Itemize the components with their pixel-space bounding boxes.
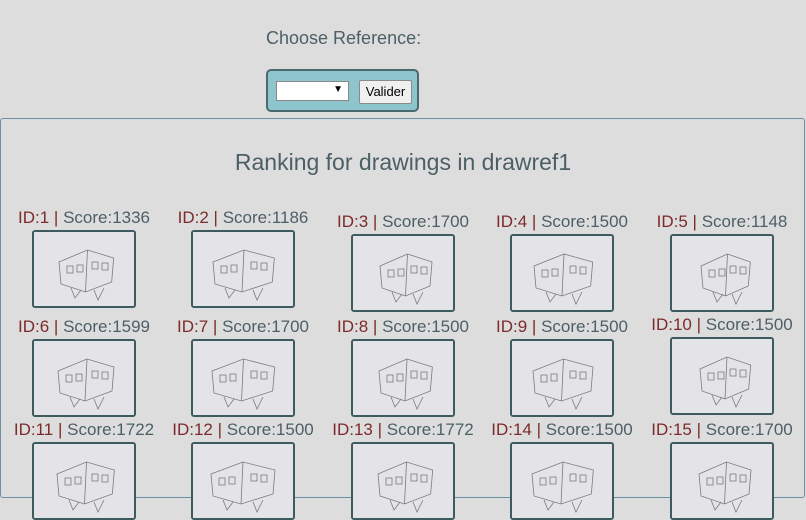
drawing-thumbnail[interactable] (32, 339, 136, 417)
chevron-down-icon: ▼ (333, 84, 343, 95)
drawing-label: ID:10 | Score:1500 (642, 315, 802, 335)
drawing-label: ID:14 | Score:1500 (482, 420, 642, 440)
drawing-id: ID:12 (172, 420, 213, 439)
label-separator: | (217, 420, 223, 439)
drawing-thumbnail[interactable] (510, 442, 614, 520)
label-separator: | (692, 212, 697, 231)
drawing-id: ID:2 (177, 208, 209, 227)
drawing-label: ID:15 | Score:1700 (642, 420, 802, 440)
drawing-card: ID:14 | Score:1500 (482, 420, 642, 520)
drawing-thumbnail[interactable] (191, 230, 295, 308)
drawing-thumbnail[interactable] (670, 337, 774, 415)
drawing-id: ID:5 (656, 212, 688, 231)
drawing-card: ID:1 | Score:1336 (4, 208, 164, 308)
drawing-card: ID:8 | Score:1500 (323, 317, 483, 417)
label-separator: | (536, 420, 542, 439)
drawing-score: Score:1700 (382, 212, 470, 231)
drawing-thumbnail[interactable] (351, 442, 455, 520)
drawing-score: Score:1336 (63, 208, 151, 227)
drawing-id: ID:3 (336, 212, 369, 231)
drawing-card: ID:5 | Score:1148 (642, 212, 802, 312)
label-separator: | (696, 315, 702, 334)
drawing-thumbnail[interactable] (670, 234, 774, 312)
drawing-id: ID:11 (13, 420, 54, 439)
drawing-label: ID:7 | Score:1700 (163, 317, 323, 337)
drawing-score: Score:1500 (705, 315, 793, 334)
drawing-score: Score:1148 (701, 212, 788, 231)
drawing-label: ID:12 | Score:1500 (163, 420, 323, 440)
valider-button[interactable]: Valider (359, 80, 412, 104)
label-separator: | (377, 420, 383, 439)
label-separator: | (372, 212, 378, 231)
drawing-thumbnail[interactable] (510, 339, 614, 417)
label-separator: | (531, 212, 537, 231)
label-separator: | (58, 420, 63, 439)
drawing-card: ID:9 | Score:1500 (482, 317, 642, 417)
drawing-id: ID:9 (495, 317, 528, 336)
drawing-label: ID:1 | Score:1336 (4, 208, 164, 228)
label-separator: | (696, 420, 702, 439)
drawing-thumbnail[interactable] (351, 234, 455, 312)
reference-select[interactable]: ▼ (276, 81, 349, 101)
drawing-thumbnail[interactable] (32, 230, 136, 308)
drawing-id: ID:8 (336, 317, 369, 336)
drawing-label: ID:5 | Score:1148 (642, 212, 802, 232)
drawing-thumbnail[interactable] (670, 442, 774, 520)
drawing-score: Score:1700 (705, 420, 793, 439)
label-separator: | (53, 208, 59, 227)
drawing-id: ID:4 (495, 212, 528, 231)
drawing-score: Score:1700 (222, 317, 310, 336)
drawing-id: ID:1 (17, 208, 50, 227)
label-separator: | (531, 317, 537, 336)
drawing-score: Score:1500 (226, 420, 314, 439)
drawing-score: Score:1500 (541, 317, 629, 336)
drawing-id: ID:14 (491, 420, 532, 439)
drawing-score: Score:1722 (67, 420, 155, 439)
drawing-card: ID:2 | Score:1186 (163, 208, 323, 308)
drawing-id: ID:13 (332, 420, 373, 439)
drawing-id: ID:10 (651, 315, 692, 334)
drawing-card: ID:3 | Score:1700 (323, 212, 483, 312)
drawing-card: ID:13 | Score:1772 (323, 420, 483, 520)
drawing-score: Score:1500 (382, 317, 470, 336)
drawing-label: ID:13 | Score:1772 (323, 420, 483, 440)
drawing-card: ID:6 | Score:1599 (4, 317, 164, 417)
drawing-id: ID:7 (176, 317, 209, 336)
drawing-score: Score:1186 (222, 208, 309, 227)
drawing-label: ID:2 | Score:1186 (163, 208, 323, 228)
drawing-thumbnail[interactable] (191, 339, 295, 417)
drawing-card: ID:7 | Score:1700 (163, 317, 323, 417)
drawing-card: ID:10 | Score:1500 (642, 315, 802, 415)
drawing-card: ID:12 | Score:1500 (163, 420, 323, 520)
drawing-id: ID:15 (651, 420, 692, 439)
drawing-label: ID:6 | Score:1599 (4, 317, 164, 337)
drawing-thumbnail[interactable] (32, 442, 136, 520)
drawing-thumbnail[interactable] (191, 442, 295, 520)
label-separator: | (212, 317, 218, 336)
drawing-score: Score:1772 (386, 420, 474, 439)
drawing-score: Score:1599 (63, 317, 151, 336)
drawing-id: ID:6 (17, 317, 50, 336)
drawing-thumbnail[interactable] (351, 339, 455, 417)
drawing-card: ID:4 | Score:1500 (482, 212, 642, 312)
drawing-label: ID:9 | Score:1500 (482, 317, 642, 337)
drawing-score: Score:1500 (541, 212, 629, 231)
drawing-card: ID:11 | Score:1722 (4, 420, 164, 520)
drawing-score: Score:1500 (545, 420, 633, 439)
drawing-thumbnail[interactable] (510, 234, 614, 312)
ranking-title: Ranking for drawings in drawref1 (234, 149, 572, 175)
label-separator: | (213, 208, 218, 227)
drawing-label: ID:11 | Score:1722 (4, 420, 164, 440)
drawing-label: ID:3 | Score:1700 (323, 212, 483, 232)
reference-form: ▼ Valider (266, 69, 419, 112)
drawing-label: ID:4 | Score:1500 (482, 212, 642, 232)
label-separator: | (372, 317, 378, 336)
drawing-label: ID:8 | Score:1500 (323, 317, 483, 337)
choose-reference-label: Choose Reference: (266, 28, 422, 48)
drawing-card: ID:15 | Score:1700 (642, 420, 802, 520)
label-separator: | (53, 317, 59, 336)
